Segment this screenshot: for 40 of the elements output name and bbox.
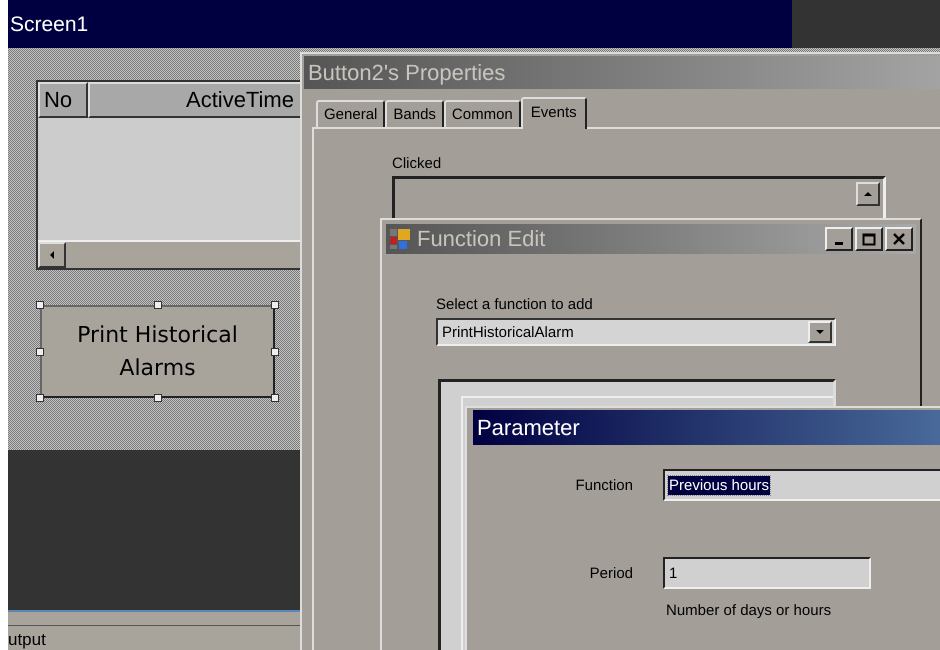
close-button[interactable] xyxy=(885,227,913,251)
input-field[interactable]: Previous hours xyxy=(663,469,940,501)
field-label: Period xyxy=(588,564,633,582)
caret-icon xyxy=(816,328,824,336)
select-label: Select a function to add xyxy=(436,296,594,313)
maximize-button[interactable] xyxy=(855,227,883,251)
tab[interactable]: Bands xyxy=(385,100,444,127)
tab[interactable]: Common xyxy=(444,100,521,127)
up-arrow-icon xyxy=(864,190,872,198)
field-hint: Number of days or hours xyxy=(665,601,832,619)
resize-handle[interactable] xyxy=(36,348,44,356)
scroll-up-button[interactable] xyxy=(856,182,880,206)
resize-handle[interactable] xyxy=(36,394,44,402)
screen-title: Screen1 xyxy=(10,13,88,37)
resize-handle[interactable] xyxy=(271,394,279,402)
print-alarms-button[interactable]: Print Historical Alarms xyxy=(40,305,275,398)
resize-handle[interactable] xyxy=(154,394,162,402)
panel-title: utput xyxy=(8,631,46,649)
dropdown-value: PrintHistoricalAlarm xyxy=(442,324,574,340)
event-label: Clicked xyxy=(392,155,442,172)
resize-handle[interactable] xyxy=(154,301,162,309)
input-field[interactable]: 1 xyxy=(663,557,871,589)
field-label: Function xyxy=(574,476,633,494)
resize-handle[interactable] xyxy=(36,301,44,309)
maximize-icon xyxy=(862,232,876,246)
resize-handle[interactable] xyxy=(271,348,279,356)
minimize-icon xyxy=(835,242,843,245)
tab[interactable]: General xyxy=(316,100,386,127)
close-icon xyxy=(892,232,906,246)
window-title: Function Edit xyxy=(417,226,546,252)
resize-handle[interactable] xyxy=(271,301,279,309)
function-dropdown[interactable]: PrintHistoricalAlarm xyxy=(436,318,836,346)
tab[interactable]: Events xyxy=(520,97,587,129)
squares-icon xyxy=(389,228,411,250)
left-arrow-icon xyxy=(48,251,56,259)
dropdown-button[interactable] xyxy=(808,321,832,343)
column-header: No xyxy=(38,82,88,118)
minimize-button[interactable] xyxy=(825,227,853,251)
scroll-left-button[interactable] xyxy=(38,242,66,268)
window-title: Parameter xyxy=(477,414,580,440)
